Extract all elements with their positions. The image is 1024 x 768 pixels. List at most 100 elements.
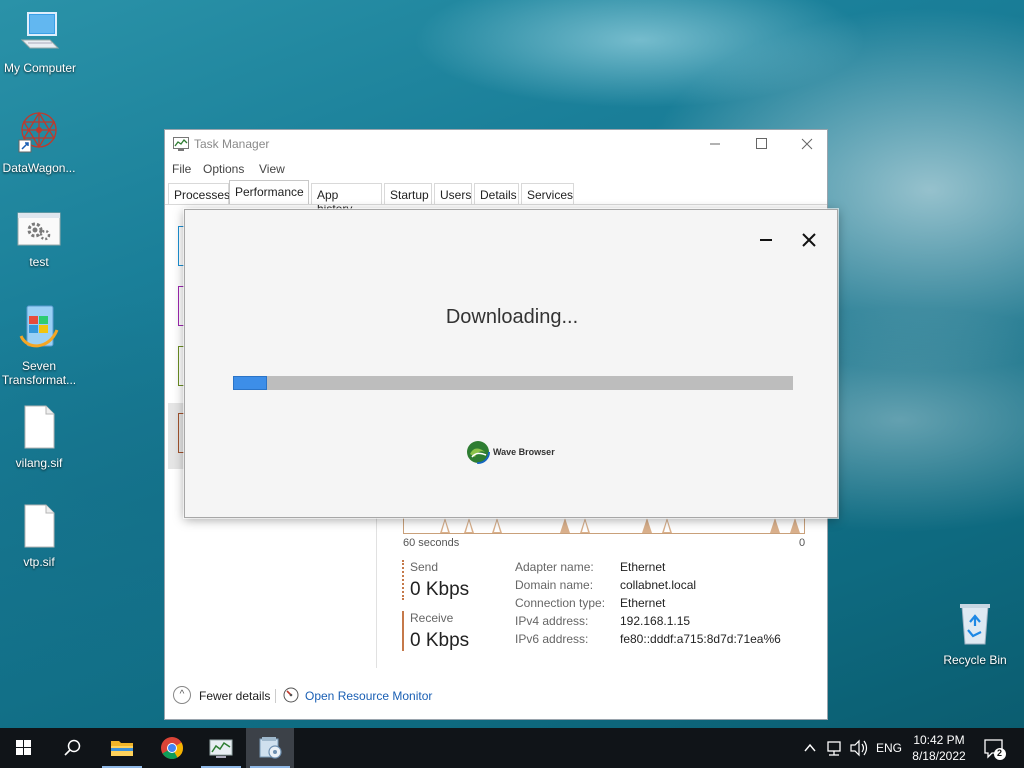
download-progress-bar [233,376,793,390]
show-hidden-icons-button[interactable] [800,728,820,768]
footer-divider [275,689,276,703]
desktop-icon-label: Recycle Bin [943,653,1007,667]
graph-peak-inner [582,521,588,532]
setup-installer-icon [259,737,282,759]
menu-view[interactable]: View [259,162,285,176]
desktop-icon-my-computer[interactable]: My Computer [0,10,80,75]
seven-transformation-icon [0,302,79,355]
ipv6-address-value: fe80::dddf:a715:8d7d:71ea%6 [620,632,781,646]
window-title: Task Manager [194,137,270,151]
fewer-details-label: Fewer details [199,689,271,703]
send-value: 0 Kbps [410,579,470,600]
minimize-icon [760,239,772,241]
taskbar-task-manager[interactable] [197,728,245,768]
desktop-icon-datawagon[interactable]: DataWagon... [0,108,79,175]
connection-type-value: Ethernet [620,596,666,610]
close-button[interactable] [784,130,830,158]
download-dialog: Downloading... Wave Browser [184,209,838,518]
menu-file[interactable]: File [172,162,191,176]
graph-time-span-label: 60 seconds [403,537,460,549]
graph-peak [790,518,800,533]
resource-monitor-icon [283,687,299,706]
network-status-button[interactable] [824,728,846,768]
action-center-button[interactable]: 2 [980,728,1010,768]
notification-count: 2 [997,748,1003,758]
desktop-icon-label: vtp.sif [23,555,55,569]
graph-peak-inner [442,521,448,532]
desktop-icon-label: My Computer [3,61,77,75]
notification-icon [984,739,1006,760]
tab-startup[interactable]: Startup [384,183,432,205]
system-clock[interactable]: 10:42 PM 8/18/2022 [900,732,978,764]
tab-services[interactable]: Services [521,183,574,205]
tab-divider [165,204,827,205]
title-bar[interactable]: Task Manager [165,130,827,158]
desktop-icon-recycle-bin[interactable]: Recycle Bin [935,602,1015,667]
menu-bar: File Options View [165,158,827,180]
blank-file-icon [0,405,79,452]
blank-file-icon [0,504,79,551]
minimize-icon [710,143,720,145]
graph-peak-inner [664,521,670,532]
send-label: Send [410,560,439,574]
search-button[interactable] [48,728,96,768]
volume-button[interactable] [848,728,870,768]
domain-name-value: collabnet.local [620,578,697,592]
tab-processes[interactable]: Processes [168,183,230,205]
start-button[interactable] [0,728,48,768]
desktop-icon-seven-transformation[interactable]: Seven Transformat... [0,302,79,387]
speaker-icon [850,739,868,757]
tab-users[interactable]: Users [434,183,472,205]
search-icon [64,739,81,756]
desktop-icon-test[interactable]: test [0,210,79,269]
tab-app-history[interactable]: App history [311,183,382,216]
desktop-icon-vilang-sif[interactable]: vilang.sif [0,405,79,470]
download-status-text: Downloading... [445,306,579,328]
download-progress-fill [233,376,267,390]
desktop-icon-vtp-sif[interactable]: vtp.sif [0,504,79,569]
datawagon-icon [0,108,79,157]
task-manager-app-icon [173,137,189,154]
receive-indicator-bar [402,611,404,651]
graph-peak-inner [494,521,500,532]
open-resource-monitor-link[interactable]: Open Resource Monitor [283,686,483,706]
send-indicator-bar [402,560,404,600]
graph-zero-label: 0 [799,537,806,549]
graph-peak [770,518,780,533]
maximize-icon [756,138,767,149]
taskbar-file-explorer[interactable] [98,728,146,768]
tab-performance[interactable]: Performance [229,180,309,205]
taskbar: ENG 10:42 PM 8/18/2022 2 [0,728,1024,768]
chevron-up-icon [804,743,816,752]
dialog-close-button[interactable] [798,228,820,250]
taskbar-chrome[interactable] [148,728,196,768]
taskbar-setup-installer[interactable] [246,728,294,768]
chevron-up-icon: ^ [173,686,191,704]
receive-label: Receive [410,611,454,625]
receive-value: 0 Kbps [410,630,470,651]
clock-time: 10:42 PM [913,733,965,747]
settings-file-icon [0,210,79,251]
computer-icon [0,10,80,57]
graph-peak-inner [466,521,472,532]
input-language-indicator[interactable]: ENG [876,741,902,757]
menu-options[interactable]: Options [203,162,244,176]
minimize-button[interactable] [692,130,738,158]
ipv4-address-value: 192.168.1.15 [620,614,691,628]
ipv6-address-key: IPv6 address: [515,632,589,646]
graph-peak [560,518,570,533]
close-icon [802,233,816,247]
maximize-button[interactable] [738,130,784,158]
tab-details[interactable]: Details [474,183,519,205]
wave-browser-label: Wave Browser [493,447,555,457]
graph-peak [642,518,652,533]
chrome-icon [161,737,183,759]
desktop-icon-label: DataWagon... [2,161,76,175]
dialog-minimize-button[interactable] [755,228,777,250]
windows-start-icon [16,740,31,755]
file-explorer-icon [111,741,133,756]
sidebar-separator [376,506,377,668]
domain-name-key: Domain name: [515,578,594,592]
resource-monitor-label: Open Resource Monitor [305,689,433,703]
recycle-bin-icon [935,602,1015,649]
